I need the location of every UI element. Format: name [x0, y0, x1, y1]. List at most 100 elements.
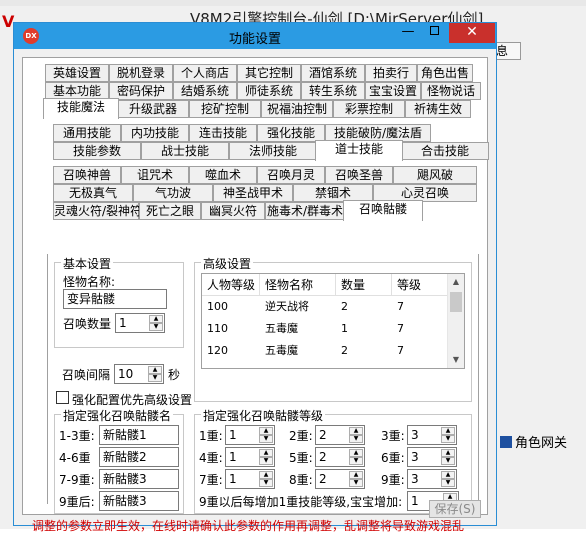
- tab-row7-0[interactable]: 无极真气: [53, 184, 133, 202]
- spin-down-icon[interactable]: ▼: [349, 457, 363, 465]
- spin-up-icon[interactable]: ▲: [441, 427, 455, 435]
- spin-up-icon[interactable]: ▲: [349, 427, 363, 435]
- strong-name-input[interactable]: 新骷髅3: [99, 469, 179, 489]
- strong-name-input[interactable]: 新骷髅3: [99, 491, 179, 511]
- tab-row5-4[interactable]: 合击技能: [401, 142, 489, 160]
- summon-count-stepper[interactable]: 1 ▲ ▼: [115, 313, 165, 333]
- tab-row8-2[interactable]: 幽冥火符: [201, 202, 265, 220]
- background-gateway-item[interactable]: 角色网关: [500, 432, 567, 451]
- column-header[interactable]: 人物等级: [202, 274, 260, 296]
- tab-row1-3[interactable]: 其它控制: [237, 64, 301, 82]
- strong-name-input[interactable]: 新骷髅1: [99, 425, 179, 445]
- tab-row3-0[interactable]: 技能魔法: [43, 98, 119, 119]
- priority-checkbox[interactable]: [56, 391, 69, 404]
- tab-row2-5[interactable]: 宝宝设置: [365, 82, 421, 100]
- spin-down-icon[interactable]: ▼: [441, 479, 455, 487]
- strong-level-stepper[interactable]: 3 ▲ ▼: [407, 447, 457, 467]
- tab-row8-4[interactable]: 召唤骷髅: [343, 200, 423, 221]
- tab-row2-4[interactable]: 转生系统: [301, 82, 365, 100]
- spin-down-icon[interactable]: ▼: [259, 435, 273, 443]
- scroll-down-icon[interactable]: ▼: [448, 352, 464, 368]
- tab-row4-2[interactable]: 连击技能: [189, 124, 257, 142]
- tab-row1-1[interactable]: 脱机登录: [109, 64, 173, 82]
- spin-down-icon[interactable]: ▼: [148, 374, 162, 382]
- summon-interval-stepper[interactable]: 10 ▲ ▼: [114, 364, 164, 384]
- background-tab[interactable]: 息: [493, 42, 521, 60]
- tab-row1-4[interactable]: 酒馆系统: [301, 64, 365, 82]
- tab-row1-2[interactable]: 个人商店: [173, 64, 237, 82]
- strong-level-stepper[interactable]: 2 ▲ ▼: [315, 425, 365, 445]
- monster-name-input[interactable]: 变异骷髅: [63, 289, 167, 309]
- tab-row5-2[interactable]: 法师技能: [229, 142, 317, 160]
- save-button[interactable]: 保存(S): [429, 500, 481, 518]
- background-top-strip: [0, 0, 586, 6]
- spin-down-icon[interactable]: ▼: [349, 435, 363, 443]
- tab-row6-5[interactable]: 飓风破: [393, 166, 477, 184]
- strong-level-stepper[interactable]: 2 ▲ ▼: [315, 447, 365, 467]
- spin-up-icon[interactable]: ▲: [259, 427, 273, 435]
- tab-row3-2[interactable]: 挖矿控制: [189, 100, 261, 118]
- tab-row6-4[interactable]: 召唤圣兽: [325, 166, 393, 184]
- spin-up-icon[interactable]: ▲: [349, 471, 363, 479]
- spin-down-icon[interactable]: ▼: [149, 323, 163, 331]
- spin-up-icon[interactable]: ▲: [259, 449, 273, 457]
- spin-down-icon[interactable]: ▼: [441, 435, 455, 443]
- tab-row2-3[interactable]: 师徒系统: [237, 82, 301, 100]
- scroll-up-icon[interactable]: ▲: [448, 274, 464, 290]
- table-scrollbar[interactable]: ▲ ▼: [447, 274, 464, 368]
- tab-row4-1[interactable]: 内功技能: [121, 124, 189, 142]
- tab-row4-0[interactable]: 通用技能: [53, 124, 121, 142]
- column-header[interactable]: 等级: [392, 274, 448, 296]
- tab-row5-3[interactable]: 道士技能: [315, 140, 403, 161]
- spin-up-icon[interactable]: ▲: [441, 449, 455, 457]
- tab-row1-0[interactable]: 英雄设置: [45, 64, 109, 82]
- spin-down-icon[interactable]: ▼: [259, 457, 273, 465]
- tab-row2-2[interactable]: 结婚系统: [173, 82, 237, 100]
- tab-row6-1[interactable]: 诅咒术: [121, 166, 189, 184]
- tab-row1-5[interactable]: 拍卖行: [365, 64, 417, 82]
- tab-row3-3[interactable]: 祝福油控制: [261, 100, 333, 118]
- tab-row6-2[interactable]: 噬血术: [189, 166, 257, 184]
- column-header[interactable]: 数量: [336, 274, 392, 296]
- spin-down-icon[interactable]: ▼: [349, 479, 363, 487]
- spin-up-icon[interactable]: ▲: [259, 471, 273, 479]
- tab-row7-2[interactable]: 神圣战甲术: [213, 184, 293, 202]
- column-header[interactable]: 怪物名称: [260, 274, 336, 296]
- strong-level-stepper[interactable]: 1 ▲ ▼: [225, 469, 275, 489]
- advanced-table[interactable]: 人物等级 怪物名称 数量 等级 100 逆天战将 2 7 110 五毒魔 1 7: [201, 273, 465, 369]
- spin-down-icon[interactable]: ▼: [259, 479, 273, 487]
- strong-level-stepper[interactable]: 1 ▲ ▼: [225, 447, 275, 467]
- tab-row8-0[interactable]: 灵魂火符/裂神符: [53, 202, 142, 220]
- spin-up-icon[interactable]: ▲: [441, 471, 455, 479]
- maximize-button[interactable]: [421, 23, 447, 43]
- tab-row3-4[interactable]: 彩票控制: [333, 100, 405, 118]
- priority-checkbox-label: 强化配置优先高级设置: [72, 393, 193, 407]
- strong-level-stepper[interactable]: 1 ▲ ▼: [225, 425, 275, 445]
- tab-row5-1[interactable]: 战士技能: [141, 142, 229, 160]
- tab-row5-0[interactable]: 技能参数: [53, 142, 141, 160]
- tab-row6-0[interactable]: 召唤神兽: [53, 166, 121, 184]
- tab-row1-6[interactable]: 角色出售: [417, 64, 473, 82]
- tab-row2-6[interactable]: 怪物说话: [421, 82, 481, 100]
- minimize-button[interactable]: —: [395, 23, 421, 43]
- tab-row7-1[interactable]: 气功波: [133, 184, 213, 202]
- tab-row3-5[interactable]: 祈祷生效: [405, 100, 471, 118]
- gateway-icon: [500, 436, 512, 448]
- spin-up-icon[interactable]: ▲: [148, 366, 162, 374]
- tab-row8-1[interactable]: 死亡之眼: [139, 202, 201, 220]
- dialog-titlebar[interactable]: DX 功能设置 — ✕: [14, 23, 496, 49]
- close-button[interactable]: ✕: [449, 23, 495, 43]
- strong-name-input[interactable]: 新骷髅2: [99, 447, 179, 467]
- strong-level-label: 5重:: [289, 451, 313, 465]
- strong-level-stepper[interactable]: 2 ▲ ▼: [315, 469, 365, 489]
- tab-row6-3[interactable]: 召唤月灵: [257, 166, 325, 184]
- spin-up-icon[interactable]: ▲: [349, 449, 363, 457]
- tab-row8-3[interactable]: 施毒术/群毒术: [265, 202, 345, 220]
- tab-row3-1[interactable]: 升级武器: [117, 100, 189, 118]
- cell-level: 110: [207, 322, 228, 335]
- strong-level-stepper[interactable]: 3 ▲ ▼: [407, 469, 457, 489]
- spin-down-icon[interactable]: ▼: [441, 457, 455, 465]
- scroll-thumb[interactable]: [450, 292, 462, 312]
- strong-level-stepper[interactable]: 3 ▲ ▼: [407, 425, 457, 445]
- spin-up-icon[interactable]: ▲: [149, 315, 163, 323]
